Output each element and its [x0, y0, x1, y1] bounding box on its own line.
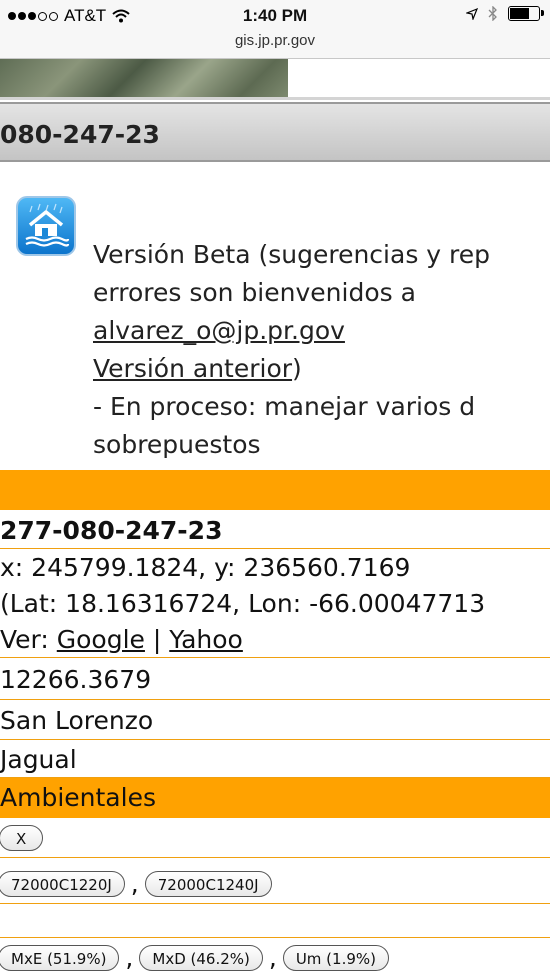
previous-version-link[interactable]: Versión anterior	[93, 354, 292, 383]
parcel-id-text: 277-080-247-23	[0, 516, 223, 545]
beta-notice: Versión Beta (sugerencias y rep errores …	[93, 236, 550, 464]
map-thumbnail[interactable]	[0, 59, 288, 97]
beta-notice-line: Versión Beta (sugerencias y rep	[93, 240, 491, 269]
google-link[interactable]: Google	[57, 625, 145, 654]
soil-button[interactable]: Um (1.9%)	[282, 944, 389, 971]
address-bar-url[interactable]: gis.jp.pr.gov	[0, 32, 550, 49]
ambientales-title: Ambientales	[0, 783, 156, 812]
parcel-id: 277-080-247-23	[0, 512, 550, 549]
comma: ,	[125, 943, 134, 972]
comma: ,	[268, 943, 277, 972]
municipio-value: San Lorenzo	[0, 706, 154, 735]
clear-row: X	[0, 820, 550, 858]
soil-button[interactable]: MxD (46.2%)	[139, 944, 263, 971]
coords-latlon: (Lat: 18.16316724, Lon: -66.00047713	[0, 589, 486, 618]
bluetooth-icon	[488, 6, 497, 21]
parcel-header-title: 080-247-23	[0, 120, 160, 149]
status-bar: AT&T 1:40 PM gis.jp.pr.gov	[0, 0, 550, 59]
link-separator: |	[144, 625, 170, 654]
battery-icon	[508, 6, 544, 21]
location-arrow-icon	[466, 7, 478, 20]
status-icons	[466, 6, 544, 21]
clear-x-button[interactable]: X	[0, 825, 44, 851]
coords-xy: x: 245799.1824, y: 236560.7169	[0, 553, 411, 582]
flood-panel-button[interactable]: 72000C1240J	[144, 870, 272, 897]
soil-button[interactable]: MxE (51.9%)	[0, 944, 120, 971]
barrio-value: Jagual	[0, 745, 77, 774]
contact-email-link[interactable]: alvarez_o@jp.pr.gov	[93, 316, 345, 345]
yahoo-link[interactable]: Yahoo	[169, 625, 243, 654]
flood-panel-button[interactable]: 72000C1220J	[0, 870, 125, 897]
location-cell: x: 245799.1824, y: 236560.7169 (Lat: 18.…	[0, 550, 550, 658]
paren-close: )	[292, 354, 302, 383]
ver-label: Ver:	[0, 625, 57, 654]
map-links: Ver: Google | Yahoo	[0, 622, 550, 658]
municipio-cell: San Lorenzo	[0, 701, 550, 740]
area-value: 12266.3679	[0, 665, 152, 694]
barrio-cell: Jagual	[0, 741, 550, 778]
divider	[0, 97, 550, 100]
beta-notice-line: errores son bienvenidos a	[93, 278, 416, 307]
section-header-bar	[0, 470, 550, 510]
area-cell: 12266.3679	[0, 660, 550, 700]
parcel-header: 080-247-23	[0, 102, 550, 162]
flood-panels-row: 72000C1220J, 72000C1240J	[0, 860, 550, 904]
flood-house-icon[interactable]	[16, 196, 76, 256]
comma: ,	[130, 869, 139, 898]
beta-notice-line: sobrepuestos	[93, 430, 261, 459]
ambientales-header: Ambientales	[0, 778, 550, 818]
soils-row: MxE (51.9%), MxD (46.2%), Um (1.9%)	[0, 939, 550, 978]
empty-row	[0, 906, 550, 938]
beta-notice-line: - En proceso: manejar varios d	[93, 392, 476, 421]
